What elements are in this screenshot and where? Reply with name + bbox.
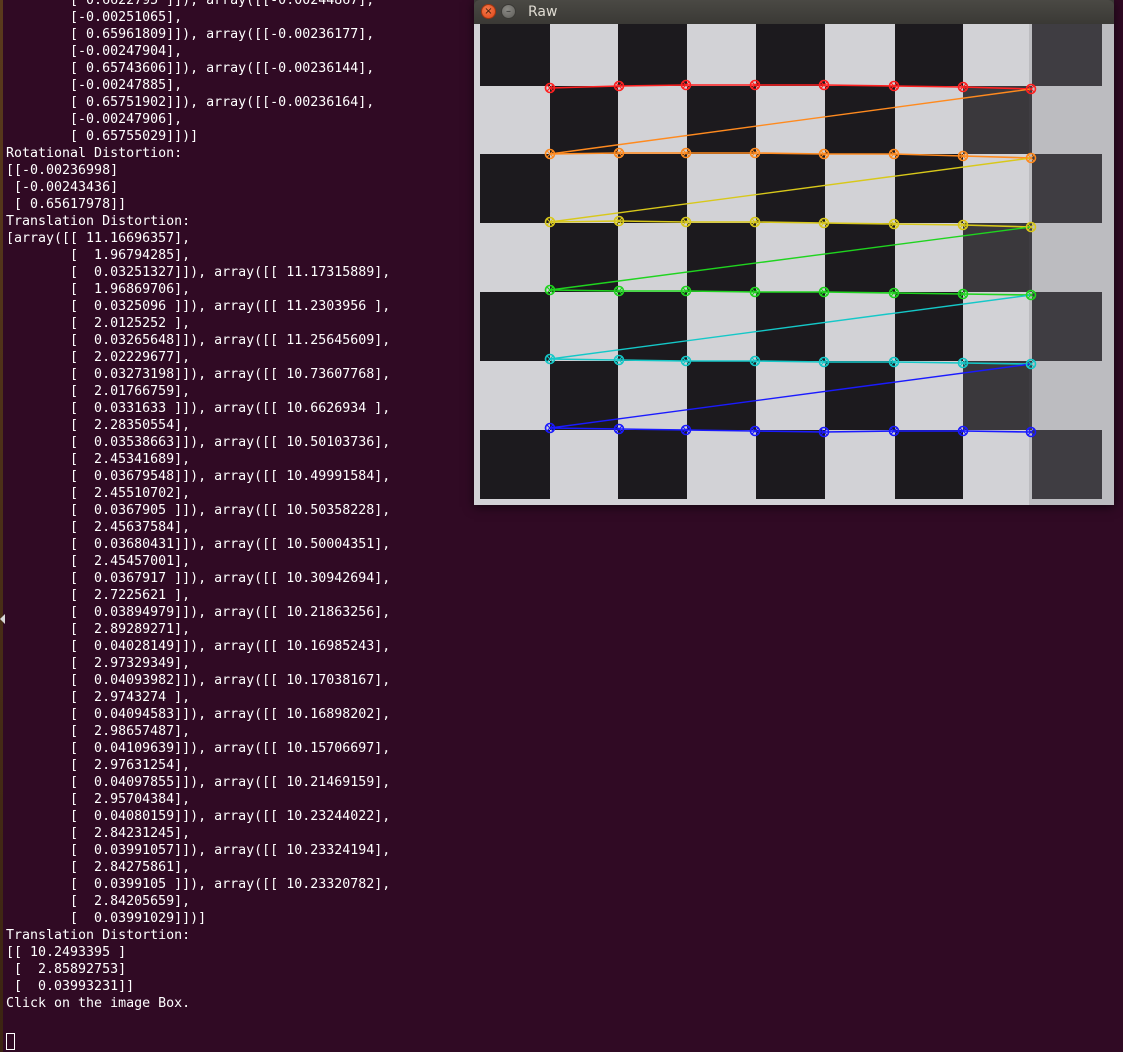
board-square [618,430,687,499]
board-square [687,223,756,292]
board-square [618,24,687,86]
board-square [550,223,618,292]
board-square [825,86,895,154]
board-square [963,223,1032,292]
terminal-output: [ 0.6622795 ]]), array([[-0.00244867], [… [6,0,391,1011]
board-square [550,86,618,154]
board-square [756,430,825,499]
board-square [618,292,687,361]
minimize-icon[interactable]: – [501,4,516,19]
board-square [687,86,756,154]
board-square [756,24,825,86]
launcher-notch-icon [0,614,5,624]
board-square [480,430,550,499]
window-title: Raw [528,4,558,20]
board-square [825,361,895,430]
checkerboard-image[interactable] [474,24,1114,505]
board-square [895,154,963,223]
raw-window-titlebar[interactable]: × – Raw [474,0,1114,24]
board-shadow [1029,24,1114,505]
checkerboard-canvas[interactable] [474,24,1114,505]
board-square [480,24,550,86]
board-square [756,154,825,223]
board-square [480,154,550,223]
desktop-edge [0,0,3,1052]
board-square [895,430,963,499]
board-square [825,223,895,292]
board-square [687,361,756,430]
board-square [480,292,550,361]
board-square [895,292,963,361]
close-icon[interactable]: × [481,4,496,19]
terminal-cursor [6,1033,15,1050]
board-square [618,154,687,223]
raw-image-window[interactable]: × – Raw [474,0,1114,505]
board-square [895,24,963,86]
